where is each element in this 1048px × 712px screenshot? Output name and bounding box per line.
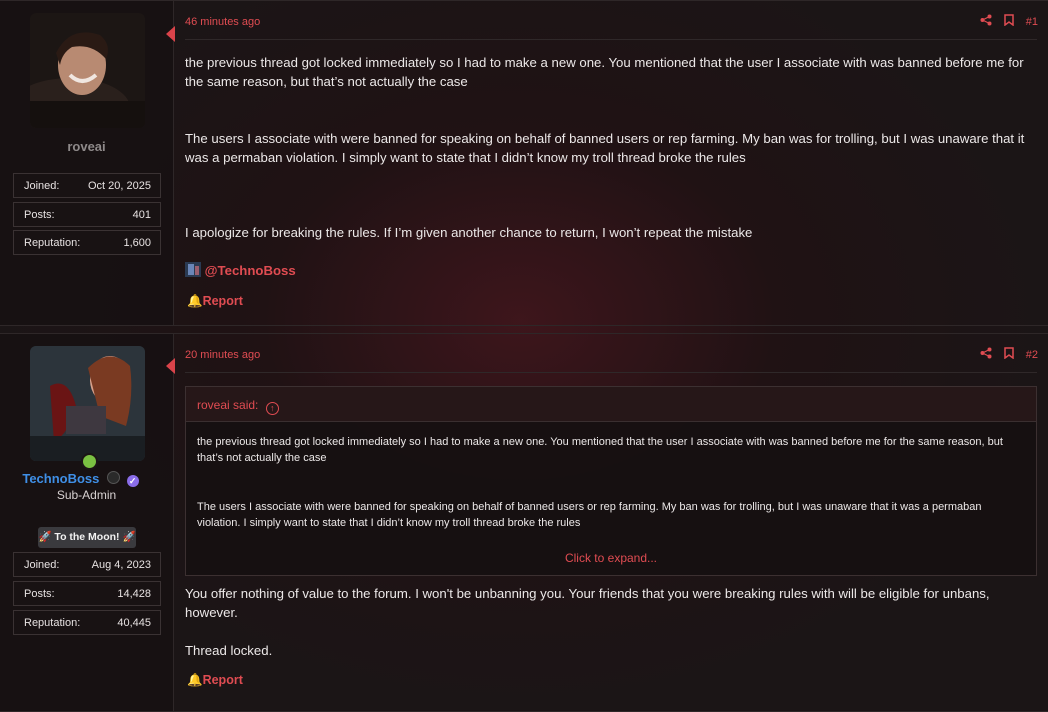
- stat-posts: Posts: 14,428: [13, 581, 161, 606]
- stat-reputation: Reputation: 40,445: [13, 610, 161, 635]
- post-time[interactable]: 20 minutes ago: [185, 349, 260, 361]
- stat-label: Posts:: [24, 209, 55, 221]
- quote-author[interactable]: roveai said: ↑: [197, 398, 279, 415]
- stat-value: Oct 20, 2025: [88, 180, 151, 192]
- post-arrow: [166, 358, 175, 374]
- user-badge: 🚀 To the Moon! 🚀: [38, 527, 136, 548]
- stat-label: Posts:: [24, 588, 55, 600]
- user-column: TechnoBoss ✓ Sub-Admin 🚀 To the Moon! 🚀 …: [0, 334, 174, 711]
- report-label: Report: [202, 673, 243, 687]
- quote-header: [186, 387, 1036, 422]
- username[interactable]: roveai: [0, 139, 173, 154]
- mention-avatar-icon: [185, 262, 201, 277]
- verified-icon: ✓: [126, 475, 139, 487]
- report-label: Report: [202, 294, 243, 308]
- username-text[interactable]: TechnoBoss: [22, 471, 99, 486]
- stat-value: 14,428: [117, 588, 151, 600]
- divider: [185, 39, 1037, 40]
- bell-icon: 🔔: [187, 294, 203, 308]
- paragraph: I apologize for breaking the rules. If I…: [185, 225, 753, 240]
- shield-icon: [107, 471, 121, 484]
- bookmark-icon[interactable]: [1003, 347, 1014, 362]
- post-actions: #2: [971, 347, 1038, 362]
- stat-joined: Joined: Aug 4, 2023: [13, 552, 161, 577]
- stat-value: 40,445: [117, 617, 151, 629]
- divider: [185, 372, 1037, 373]
- online-indicator: [81, 453, 98, 470]
- stat-value: 401: [132, 209, 151, 221]
- paragraph: You offer nothing of value to the forum.…: [185, 586, 990, 620]
- post-2: TechnoBoss ✓ Sub-Admin 🚀 To the Moon! 🚀 …: [0, 333, 1048, 712]
- mention[interactable]: @TechnoBoss: [185, 261, 1037, 280]
- user-column: roveai Joined: Oct 20, 2025 Posts: 401 R…: [0, 1, 174, 325]
- paragraph: Thread locked.: [185, 643, 273, 658]
- post-number[interactable]: #2: [1026, 349, 1038, 361]
- stat-label: Joined:: [24, 559, 60, 571]
- paragraph: The users I associate with were banned f…: [185, 131, 1025, 165]
- mention-link[interactable]: @TechnoBoss: [205, 263, 296, 278]
- stat-joined: Joined: Oct 20, 2025: [13, 173, 161, 198]
- stat-label: Joined:: [24, 180, 60, 192]
- quote-paragraph: the previous thread got locked immediate…: [197, 436, 1003, 464]
- post-body: the previous thread got locked immediate…: [185, 53, 1037, 280]
- arrow-up-circle-icon[interactable]: ↑: [265, 402, 279, 415]
- post-number[interactable]: #1: [1026, 16, 1038, 28]
- stat-label: Reputation:: [24, 617, 81, 629]
- post-arrow: [166, 26, 175, 42]
- post-body: You offer nothing of value to the forum.…: [185, 584, 1037, 660]
- bookmark-icon[interactable]: [1003, 14, 1014, 29]
- stat-value: 1,600: [123, 237, 151, 249]
- username[interactable]: TechnoBoss ✓: [0, 471, 167, 487]
- share-icon[interactable]: [980, 347, 992, 362]
- bell-icon: 🔔: [187, 673, 203, 687]
- stat-posts: Posts: 401: [13, 202, 161, 227]
- share-icon[interactable]: [980, 14, 992, 29]
- avatar[interactable]: [30, 13, 145, 128]
- report-button[interactable]: 🔔Report: [187, 673, 243, 688]
- quote-block: roveai said: ↑ the previous thread got l…: [185, 386, 1037, 576]
- report-button[interactable]: 🔔Report: [187, 294, 243, 309]
- post-1: roveai Joined: Oct 20, 2025 Posts: 401 R…: [0, 0, 1048, 326]
- paragraph: the previous thread got locked immediate…: [185, 55, 1024, 89]
- user-title: Sub-Admin: [56, 488, 117, 502]
- avatar[interactable]: [30, 346, 145, 461]
- post-actions: #1: [971, 14, 1038, 29]
- expand-link[interactable]: Click to expand...: [186, 551, 1036, 565]
- stat-label: Reputation:: [24, 237, 81, 249]
- thread-container: roveai Joined: Oct 20, 2025 Posts: 401 R…: [0, 0, 1048, 712]
- quote-paragraph: The users I associate with were banned f…: [197, 501, 982, 529]
- post-time[interactable]: 46 minutes ago: [185, 16, 260, 28]
- stat-reputation: Reputation: 1,600: [13, 230, 161, 255]
- stat-value: Aug 4, 2023: [91, 559, 151, 571]
- quote-author-label[interactable]: roveai said:: [197, 398, 258, 412]
